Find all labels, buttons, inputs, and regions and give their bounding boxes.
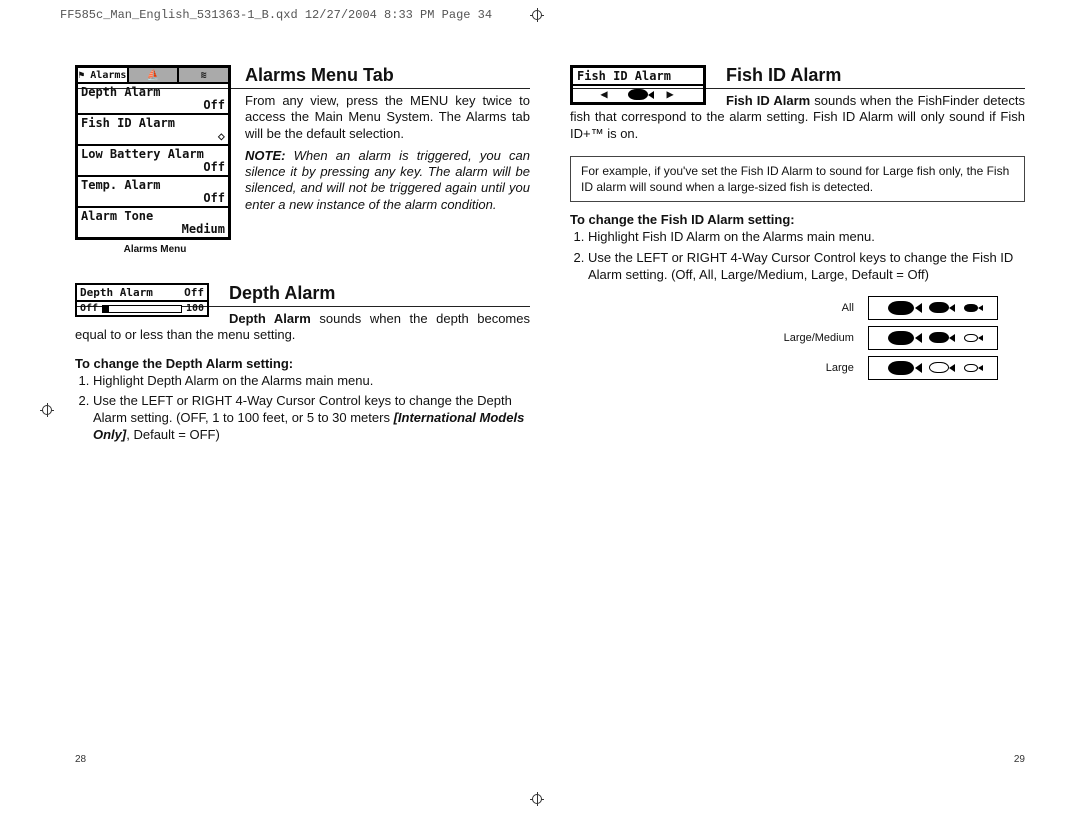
fish-icon <box>888 361 914 375</box>
lcd-tab-alarms: ⚑ Alarms <box>78 68 127 82</box>
fish-icon <box>888 301 914 315</box>
fishid-steps: Highlight Fish ID Alarm on the Alarms ma… <box>570 229 1025 284</box>
list-item: Use the LEFT or RIGHT 4-Way Cursor Contr… <box>93 393 530 444</box>
lcd-row-depth: Depth Alarm Off <box>78 84 228 113</box>
fish-outline-icon <box>964 364 978 372</box>
list-item: Highlight Depth Alarm on the Alarms main… <box>93 373 530 390</box>
arrow-left-icon: ◀ <box>600 87 609 101</box>
lcd-tab-2: ⛵ <box>127 68 178 82</box>
list-item: Highlight Fish ID Alarm on the Alarms ma… <box>588 229 1025 246</box>
lcd-row-lowbatt: Low Battery Alarm Off <box>78 144 228 175</box>
fish-icon <box>929 302 949 313</box>
fish-icon <box>888 331 914 345</box>
lcd-tab-3: ≋ <box>177 68 228 82</box>
page-left: ⚑ Alarms ⛵ ≋ Depth Alarm Off Fish ID Ala… <box>75 65 530 765</box>
fishid-lcd: Fish ID Alarm ◀ ▶ <box>570 65 706 105</box>
depth-alarm-steps: Highlight Depth Alarm on the Alarms main… <box>75 373 530 445</box>
arrow-right-icon: ▶ <box>666 87 675 101</box>
page-number: 29 <box>1014 754 1025 765</box>
crop-mark-icon <box>40 403 54 417</box>
depth-alarm-lcd: Depth AlarmOff Off100 <box>75 283 209 317</box>
page-right: Fish ID Alarm ◀ ▶ Fish ID Alarm Fish ID … <box>570 65 1025 765</box>
subhead-fishid-change: To change the Fish ID Alarm setting: <box>570 212 1025 227</box>
alarms-menu-lcd: ⚑ Alarms ⛵ ≋ Depth Alarm Off Fish ID Ala… <box>75 65 231 240</box>
lcd-row-fishid: Fish ID Alarm ◇ <box>78 113 228 144</box>
crop-mark-icon <box>530 792 544 806</box>
subhead-depth-change: To change the Depth Alarm setting: <box>75 356 530 371</box>
list-item: Use the LEFT or RIGHT 4-Way Cursor Contr… <box>588 250 1025 284</box>
fish-outline-icon <box>964 334 978 342</box>
table-row: All <box>767 294 1023 322</box>
fish-icon <box>929 332 949 343</box>
fish-size-table: All Large/Medium Large <box>765 292 1025 384</box>
example-callout: For example, if you've set the Fish ID A… <box>570 156 1025 202</box>
fish-icon <box>628 89 648 100</box>
fish-outline-icon <box>929 362 949 373</box>
print-slug: FF585c_Man_English_531363-1_B.qxd 12/27/… <box>60 8 492 22</box>
page-number: 28 <box>75 754 86 765</box>
crop-mark-icon <box>530 8 544 22</box>
table-row: Large <box>767 354 1023 382</box>
table-row: Large/Medium <box>767 324 1023 352</box>
fish-icon <box>964 304 978 312</box>
lcd-row-temp: Temp. Alarm Off <box>78 175 228 206</box>
alarms-menu-caption: Alarms Menu <box>75 244 235 255</box>
lcd-row-tone: Alarm Tone Medium <box>78 206 228 237</box>
